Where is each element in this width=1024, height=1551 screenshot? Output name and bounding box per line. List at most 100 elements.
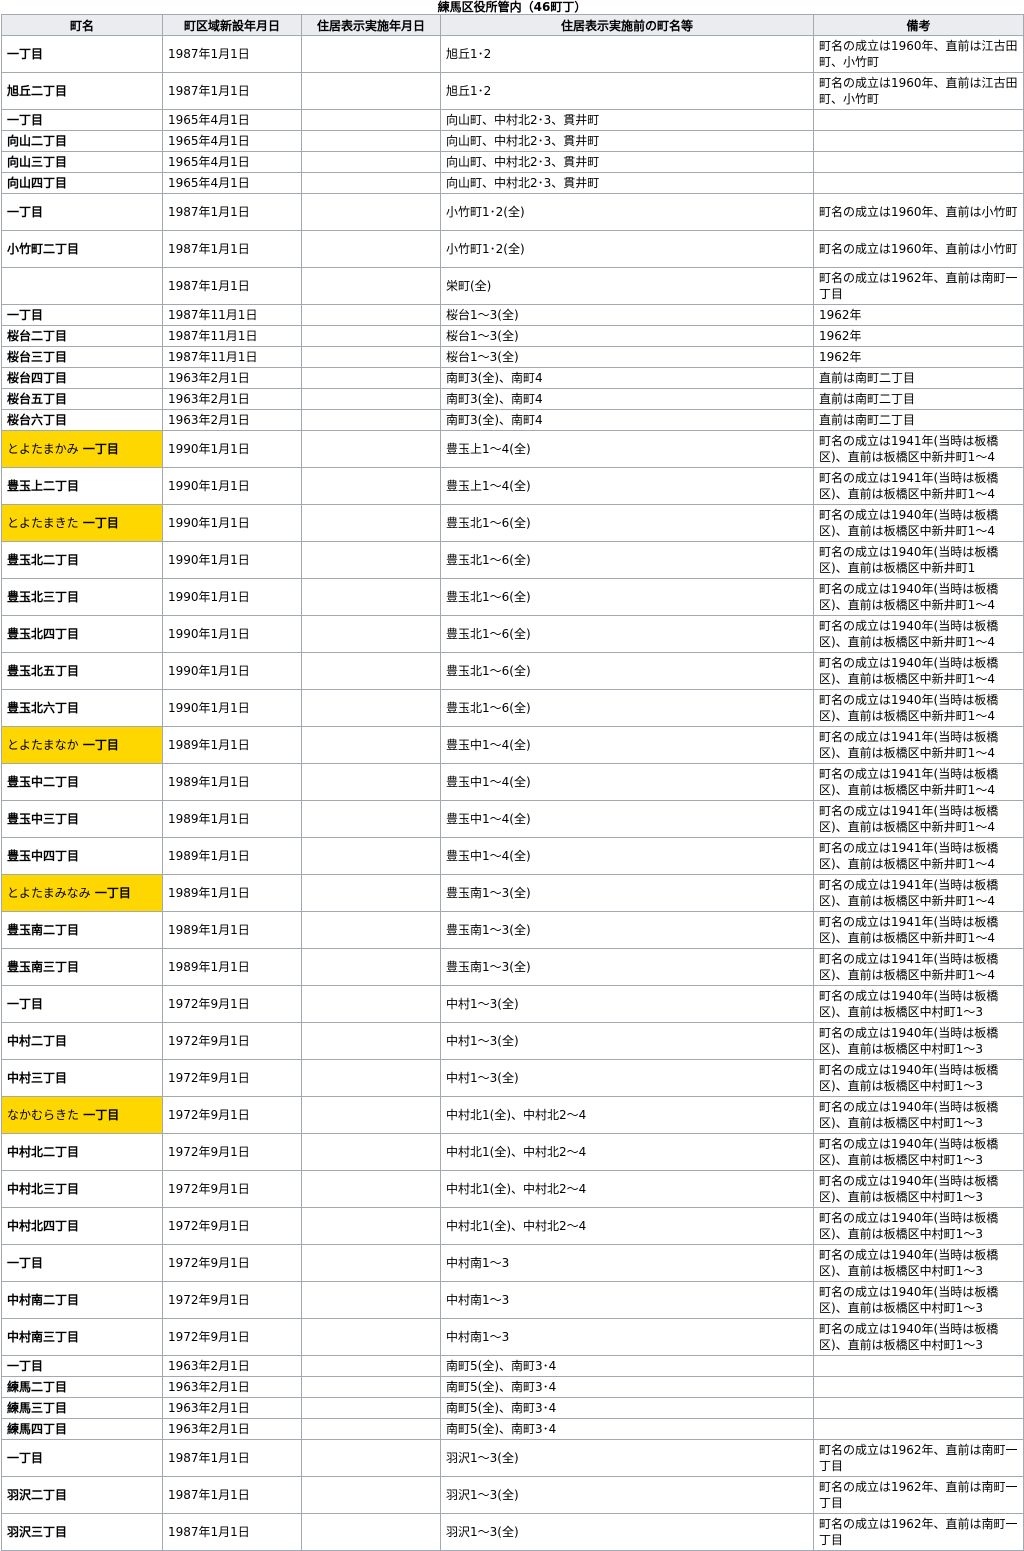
header-established-date[interactable]: 町区域新設年月日 <box>162 14 302 36</box>
table-row: 一丁目 1987年1月1日 旭丘1･2 町名の成立は1960年、直前は江古田町、小竹町 <box>1 35 1024 73</box>
cell-established-date: 1987年1月1日 <box>162 267 302 305</box>
header-implementation-date[interactable]: 住居表示実施年月日 <box>301 14 441 36</box>
town-name-text[interactable]: 一丁目 <box>7 47 43 61</box>
town-name-text[interactable]: 中村南三丁目 <box>7 1330 79 1344</box>
town-name-text[interactable]: 中村南二丁目 <box>7 1293 79 1307</box>
town-name-text[interactable]: 小竹町二丁目 <box>7 242 79 256</box>
town-name-text[interactable]: 一丁目 <box>7 997 43 1011</box>
town-name-text[interactable]: 一丁目 <box>7 308 43 322</box>
cell-implementation-date <box>301 1022 441 1060</box>
cell-established-date: 1972年9月1日 <box>162 985 302 1023</box>
town-name-text[interactable]: 豊玉北二丁目 <box>7 553 79 567</box>
table-row: 桜台五丁目 1963年2月1日 南町3(全)、南町4 直前は南町二丁目 <box>1 388 1024 410</box>
table-row: 豊玉南二丁目 1989年1月1日 豊玉南1～3(全) 町名の成立は1941年(当時は板… <box>1 911 1024 949</box>
town-name-text[interactable]: 豊玉中四丁目 <box>7 849 79 863</box>
town-name-text[interactable]: 向山三丁目 <box>7 155 67 169</box>
town-name-text[interactable]: 中村二丁目 <box>7 1034 67 1048</box>
town-name-text[interactable]: 桜台六丁目 <box>7 413 67 427</box>
town-name-text[interactable]: 一丁目 <box>7 205 43 219</box>
town-name-text[interactable]: 豊玉北五丁目 <box>7 664 79 678</box>
town-name-kana: とよたまきた <box>7 516 79 530</box>
cell-notes: 1962年 <box>813 304 1024 326</box>
cell-established-date: 1990年1月1日 <box>162 578 302 616</box>
town-name-text[interactable]: 桜台四丁目 <box>7 371 67 385</box>
town-name-text[interactable]: 一丁目 <box>7 1451 43 1465</box>
town-name-text[interactable]: 中村北二丁目 <box>7 1145 79 1159</box>
town-name-text[interactable]: 一丁目 <box>7 1359 43 1373</box>
cell-notes: 町名の成立は1941年(当時は板橋区)、直前は板橋区中新井町1～4 <box>813 911 1024 949</box>
town-name-text[interactable]: 練馬三丁目 <box>7 1401 67 1415</box>
town-name-text[interactable]: 桜台二丁目 <box>7 329 67 343</box>
town-name-text[interactable]: 豊玉北四丁目 <box>7 627 79 641</box>
cell-previous-name: 豊玉中1～4(全) <box>440 763 814 801</box>
table-row: 一丁目 1972年9月1日 中村南1～3 町名の成立は1940年(当時は板橋区)、直前… <box>1 1244 1024 1282</box>
cell-town-name: とよたまかみ 一丁目 <box>1 430 163 468</box>
cell-notes <box>813 130 1024 152</box>
town-name-text[interactable]: 羽沢三丁目 <box>7 1525 67 1539</box>
table-row: とよたまなか 一丁目 1989年1月1日 豊玉中1～4(全) 町名の成立は1941年(… <box>1 726 1024 764</box>
table-row: 向山三丁目 1965年4月1日 向山町、中村北2･3、貫井町 <box>1 151 1024 173</box>
town-name-text[interactable]: 豊玉中二丁目 <box>7 775 79 789</box>
cell-previous-name: 豊玉北1～6(全) <box>440 652 814 690</box>
cell-notes: 町名の成立は1941年(当時は板橋区)、直前は板橋区中新井町1～4 <box>813 763 1024 801</box>
cell-implementation-date <box>301 130 441 152</box>
town-name-text[interactable]: 豊玉南二丁目 <box>7 923 79 937</box>
town-name-text[interactable]: 一丁目 <box>83 1108 119 1122</box>
cell-implementation-date <box>301 172 441 194</box>
town-name-text[interactable]: 一丁目 <box>83 442 119 456</box>
cell-implementation-date <box>301 911 441 949</box>
cell-town-name: 中村北四丁目 <box>1 1207 163 1245</box>
cell-established-date: 1989年1月1日 <box>162 800 302 838</box>
town-name-text[interactable]: 羽沢二丁目 <box>7 1488 67 1502</box>
cell-implementation-date <box>301 837 441 875</box>
cell-previous-name: 向山町、中村北2･3、貫井町 <box>440 172 814 194</box>
town-name-text[interactable]: 旭丘二丁目 <box>7 84 67 98</box>
cell-established-date: 1987年1月1日 <box>162 72 302 110</box>
cell-town-name: 練馬四丁目 <box>1 1418 163 1440</box>
town-name-text[interactable]: 桜台三丁目 <box>7 350 67 364</box>
cell-established-date: 1972年9月1日 <box>162 1281 302 1319</box>
town-name-text[interactable]: 向山四丁目 <box>7 176 67 190</box>
cell-implementation-date <box>301 1439 441 1477</box>
town-name-text[interactable]: 豊玉南三丁目 <box>7 960 79 974</box>
cell-implementation-date <box>301 1318 441 1356</box>
table-row: 中村北四丁目 1972年9月1日 中村北1(全)、中村北2～4 町名の成立は1940年… <box>1 1207 1024 1245</box>
town-name-text[interactable]: 一丁目 <box>83 738 119 752</box>
header-town-name[interactable]: 町名 <box>1 14 163 36</box>
cell-town-name: 小竹町二丁目 <box>1 230 163 268</box>
town-name-text[interactable]: 一丁目 <box>95 886 131 900</box>
town-name-text[interactable]: 練馬四丁目 <box>7 1422 67 1436</box>
table-row: 豊玉中三丁目 1989年1月1日 豊玉中1～4(全) 町名の成立は1941年(当時は板… <box>1 800 1024 838</box>
cell-town-name: とよたまきた 一丁目 <box>1 504 163 542</box>
town-name-text[interactable]: 桜台五丁目 <box>7 392 67 406</box>
table-row: 中村南二丁目 1972年9月1日 中村南1～3 町名の成立は1940年(当時は板橋区)… <box>1 1281 1024 1319</box>
town-name-text[interactable]: 豊玉上二丁目 <box>7 479 79 493</box>
town-name-text[interactable]: 豊玉北六丁目 <box>7 701 79 715</box>
town-name-text[interactable]: 一丁目 <box>7 1256 43 1270</box>
header-previous-name[interactable]: 住居表示実施前の町名等 <box>440 14 814 36</box>
town-name-text[interactable]: 向山二丁目 <box>7 134 67 148</box>
cell-previous-name: 豊玉上1～4(全) <box>440 430 814 468</box>
town-name-text[interactable]: 豊玉中三丁目 <box>7 812 79 826</box>
cell-notes: 町名の成立は1940年(当時は板橋区)、直前は板橋区中村町1～3 <box>813 1207 1024 1245</box>
town-name-text[interactable]: 中村三丁目 <box>7 1071 67 1085</box>
cell-town-name: 一丁目 <box>1 985 163 1023</box>
cell-previous-name: 小竹町1･2(全) <box>440 230 814 268</box>
town-name-text[interactable]: 中村北四丁目 <box>7 1219 79 1233</box>
cell-implementation-date <box>301 800 441 838</box>
cell-notes <box>813 1376 1024 1398</box>
cell-notes: 町名の成立は1940年(当時は板橋区)、直前は板橋区中新井町1 <box>813 541 1024 579</box>
town-name-text[interactable]: 練馬二丁目 <box>7 1380 67 1394</box>
town-name-text[interactable]: 中村北三丁目 <box>7 1182 79 1196</box>
town-name-text[interactable]: 一丁目 <box>83 516 119 530</box>
town-name-text[interactable]: 豊玉北三丁目 <box>7 590 79 604</box>
cell-notes: 町名の成立は1940年(当時は板橋区)、直前は板橋区中新井町1～4 <box>813 578 1024 616</box>
cell-previous-name: 豊玉南1～3(全) <box>440 874 814 912</box>
cell-established-date: 1989年1月1日 <box>162 911 302 949</box>
cell-town-name: 豊玉南二丁目 <box>1 911 163 949</box>
cell-town-name: 一丁目 <box>1 193 163 231</box>
town-name-text[interactable]: 一丁目 <box>7 113 43 127</box>
table-row: 一丁目 1965年4月1日 向山町、中村北2･3、貫井町 <box>1 109 1024 131</box>
header-notes[interactable]: 備考 <box>813 14 1024 36</box>
cell-town-name: 羽沢三丁目 <box>1 1513 163 1551</box>
